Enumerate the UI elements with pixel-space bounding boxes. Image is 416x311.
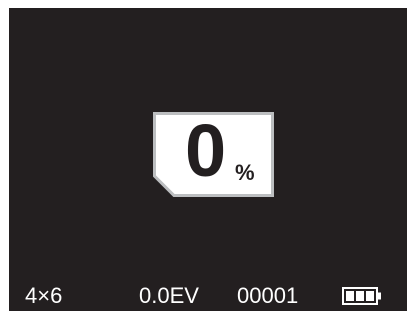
progress-unit: % (235, 160, 255, 185)
exposure-compensation-label: 0.0EV (139, 283, 199, 308)
progress-card: 0 % (153, 112, 274, 197)
progress-value: 0 (185, 109, 226, 192)
frame-counter-label: 00001 (237, 283, 299, 308)
print-size-label: 4×6 (25, 283, 63, 308)
battery-full-icon (342, 287, 381, 305)
